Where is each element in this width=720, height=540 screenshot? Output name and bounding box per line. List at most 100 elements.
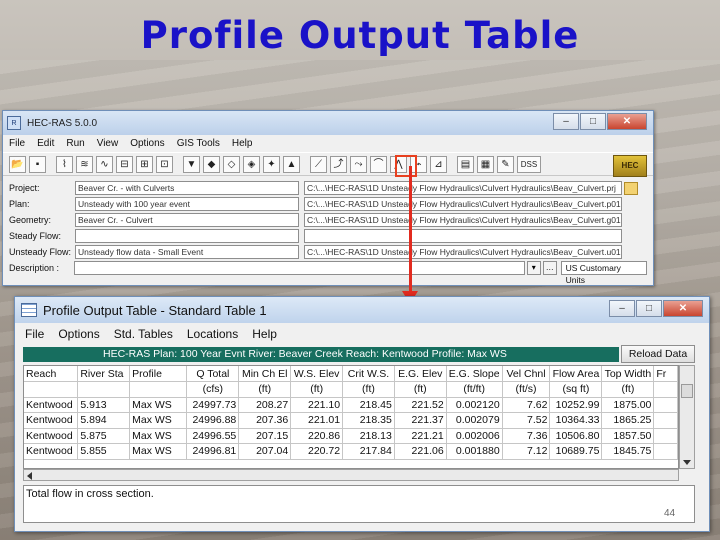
menu-options[interactable]: Options <box>130 138 164 149</box>
cell-ws-elev[interactable]: 221.10 <box>290 397 344 413</box>
save-project-icon[interactable]: ▪ <box>29 155 46 173</box>
steady-flow-title-field[interactable] <box>75 229 299 243</box>
table-row[interactable]: Kentwood 5.875 Max WS 24996.55 207.15 22… <box>24 428 678 444</box>
cell-reach[interactable]: Kentwood <box>24 428 79 444</box>
cell-fr[interactable] <box>653 397 678 413</box>
cell-ws-elev[interactable]: 220.72 <box>290 443 344 460</box>
table-row[interactable]: Kentwood 5.913 Max WS 24997.73 208.27 22… <box>24 397 678 413</box>
cell-profile[interactable]: Max WS <box>129 443 188 460</box>
cell-flow-area[interactable]: 10506.80 <box>549 428 603 444</box>
profile-plot-icon[interactable]: ⤴ <box>330 155 347 173</box>
cell-fr[interactable] <box>653 428 678 444</box>
column-header[interactable]: E.G. Slope <box>446 366 503 382</box>
close-button[interactable]: ✕ <box>607 113 647 130</box>
cell-eg-slope[interactable]: 0.001880 <box>446 443 503 460</box>
cell-crit-ws[interactable]: 218.13 <box>342 428 395 444</box>
description-edit-button[interactable]: … <box>542 261 557 275</box>
menu-view[interactable]: View <box>97 138 119 149</box>
scroll-left-arrow-icon[interactable] <box>27 472 32 480</box>
cell-vel-chnl[interactable]: 7.52 <box>502 412 551 429</box>
column-header[interactable]: W.S. Elev <box>290 366 344 382</box>
cell-vel-chnl[interactable]: 7.12 <box>502 443 551 460</box>
cell-min-ch-el[interactable]: 207.36 <box>238 412 292 429</box>
menu-run[interactable]: Run <box>66 138 84 149</box>
menu-file[interactable]: File <box>9 138 25 149</box>
cell-q-total[interactable]: 24996.81 <box>186 443 240 460</box>
pot-menu-locations[interactable]: Locations <box>187 327 238 341</box>
wq-analysis-icon[interactable]: ◈ <box>243 155 260 173</box>
profile-output-table-icon[interactable]: ▦ <box>477 155 494 173</box>
cell-profile[interactable]: Max WS <box>129 428 188 444</box>
cell-eg-slope[interactable]: 0.002006 <box>446 428 503 444</box>
cell-eg-slope[interactable]: 0.002120 <box>446 397 503 413</box>
cell-eg-elev[interactable]: 221.06 <box>394 443 447 460</box>
quasi-unsteady-icon[interactable]: ⊟ <box>116 155 133 173</box>
plan-path-field[interactable]: C:\...\HEC-RAS\1D Unsteady Flow Hydrauli… <box>304 197 622 211</box>
table-row[interactable]: Kentwood 5.855 Max WS 24996.81 207.04 22… <box>24 443 678 460</box>
column-header[interactable]: E.G. Elev <box>394 366 447 382</box>
description-field[interactable] <box>74 261 525 275</box>
column-header[interactable]: Profile <box>129 366 188 382</box>
cell-fr[interactable] <box>653 412 678 429</box>
menu-edit[interactable]: Edit <box>37 138 54 149</box>
cell-profile[interactable]: Max WS <box>129 397 188 413</box>
geometry-path-field[interactable]: C:\...\HEC-RAS\1D Unsteady Flow Hydrauli… <box>304 213 622 227</box>
cell-vel-chnl[interactable]: 7.36 <box>502 428 551 444</box>
project-title-field[interactable]: Beaver Cr. - with Culverts <box>75 181 299 195</box>
open-project-icon[interactable]: 📂 <box>9 155 26 173</box>
maximize-button[interactable]: □ <box>580 113 606 130</box>
cross-section-plot-icon[interactable]: ⟋ <box>310 155 327 173</box>
cell-eg-elev[interactable]: 221.37 <box>394 412 447 429</box>
water-quality-icon[interactable]: ⊡ <box>156 155 173 173</box>
geometry-title-field[interactable]: Beaver Cr. - Culvert <box>75 213 299 227</box>
cell-reach[interactable]: Kentwood <box>24 412 79 429</box>
table-horizontal-scrollbar[interactable] <box>23 469 679 481</box>
pot-menu-help[interactable]: Help <box>252 327 277 341</box>
pot-menu-options[interactable]: Options <box>58 327 99 341</box>
cell-reach[interactable]: Kentwood <box>24 443 79 460</box>
steady-flow-editor-icon[interactable]: ≋ <box>76 155 93 173</box>
cell-top-width[interactable]: 1865.25 <box>601 412 655 429</box>
cell-flow-area[interactable]: 10689.75 <box>549 443 603 460</box>
cell-top-width[interactable]: 1875.00 <box>601 397 655 413</box>
description-dropdown-button[interactable]: ▾ <box>526 261 541 275</box>
hydraulic-property-icon[interactable]: ⊿ <box>430 155 447 173</box>
unsteady-analysis-icon[interactable]: ◆ <box>203 155 220 173</box>
summary-errors-icon[interactable]: ✎ <box>497 155 514 173</box>
hydraulic-design-icon[interactable]: ✦ <box>263 155 280 173</box>
cell-river-sta[interactable]: 5.855 <box>77 443 131 460</box>
cell-eg-slope[interactable]: 0.002079 <box>446 412 503 429</box>
cell-profile[interactable]: Max WS <box>129 412 188 429</box>
pot-minimize-button[interactable]: – <box>609 300 635 317</box>
cell-ws-elev[interactable]: 220.86 <box>290 428 344 444</box>
plan-title-field[interactable]: Unsteady with 100 year event <box>75 197 299 211</box>
cell-min-ch-el[interactable]: 207.04 <box>238 443 292 460</box>
cell-reach[interactable]: Kentwood <box>24 397 79 413</box>
menu-help[interactable]: Help <box>232 138 253 149</box>
project-path-field[interactable]: C:\...\HEC-RAS\1D Unsteady Flow Hydrauli… <box>304 181 622 195</box>
cell-q-total[interactable]: 24996.88 <box>186 412 240 429</box>
folder-icon[interactable] <box>624 181 638 195</box>
table-vertical-scrollbar[interactable] <box>679 365 695 469</box>
scroll-thumb[interactable] <box>681 384 693 398</box>
pot-close-button[interactable]: ✕ <box>663 300 703 317</box>
cell-flow-area[interactable]: 10364.33 <box>549 412 603 429</box>
cell-ws-elev[interactable]: 221.01 <box>290 412 344 429</box>
column-header[interactable]: Top Width <box>601 366 655 382</box>
ras-titlebar[interactable]: R HEC-RAS 5.0.0 – □ ✕ <box>3 111 653 135</box>
cell-vel-chnl[interactable]: 7.62 <box>502 397 551 413</box>
pot-menu-file[interactable]: File <box>25 327 44 341</box>
ras-mapper-icon[interactable]: ▲ <box>283 155 300 173</box>
column-header[interactable]: Reach <box>24 366 79 382</box>
detailed-output-table-icon[interactable]: ▤ <box>457 155 474 173</box>
cell-min-ch-el[interactable]: 207.15 <box>238 428 292 444</box>
pot-titlebar[interactable]: Profile Output Table - Standard Table 1 … <box>15 297 709 323</box>
column-header[interactable]: Crit W.S. <box>342 366 395 382</box>
cell-crit-ws[interactable]: 218.45 <box>342 397 395 413</box>
column-header[interactable]: Fr <box>653 366 678 382</box>
units-indicator[interactable]: US Customary Units <box>560 261 648 285</box>
cell-top-width[interactable]: 1845.75 <box>601 443 655 460</box>
cell-crit-ws[interactable]: 218.35 <box>342 412 395 429</box>
steady-flow-path-field[interactable] <box>304 229 622 243</box>
column-header[interactable]: Min Ch El <box>238 366 292 382</box>
